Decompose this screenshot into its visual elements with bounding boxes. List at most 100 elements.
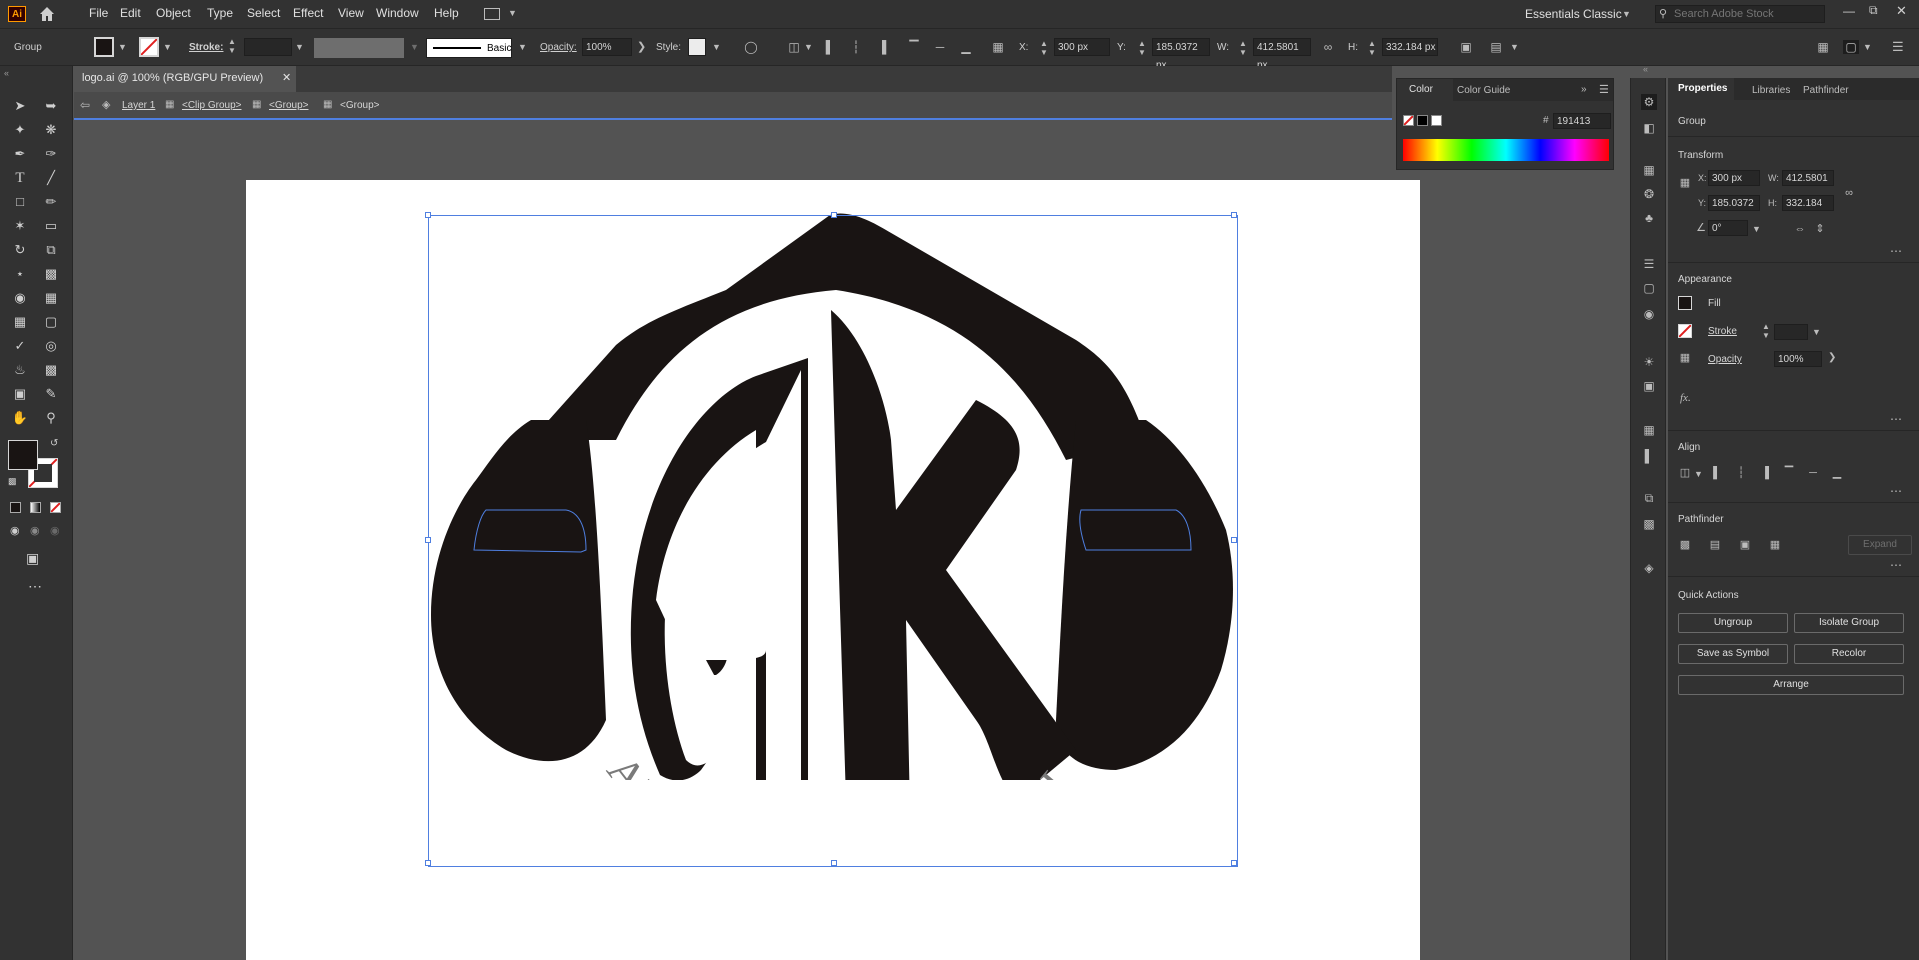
stroke-weight-field[interactable]: [244, 38, 292, 56]
align-vcenter-icon[interactable]: ─: [932, 40, 948, 54]
swatches-icon[interactable]: ▦: [1641, 162, 1657, 178]
align-left-icon[interactable]: ▌: [1710, 466, 1724, 480]
color-spectrum[interactable]: [1403, 139, 1609, 161]
slice-tool-icon[interactable]: ✎: [41, 384, 61, 404]
variable-width-profile[interactable]: [314, 38, 404, 58]
more-options-icon[interactable]: ⋯: [1890, 558, 1903, 572]
blend-tool-icon[interactable]: ◎: [41, 336, 61, 356]
appearance-icon[interactable]: ☀: [1641, 354, 1657, 370]
perspective-grid-tool-icon[interactable]: ▦: [41, 288, 61, 308]
align-to-icon[interactable]: ◫: [786, 40, 802, 54]
handle-top-center[interactable]: [831, 212, 837, 218]
handle-top-right[interactable]: [1231, 212, 1237, 218]
minus-front-icon[interactable]: ▤: [1708, 538, 1722, 552]
rotation-field[interactable]: 0°: [1708, 220, 1748, 236]
reference-point-icon[interactable]: ▦: [1678, 176, 1692, 190]
appearance-fill-swatch[interactable]: [1678, 296, 1692, 310]
fill-color-box[interactable]: [8, 440, 38, 470]
transform-h-field[interactable]: 332.184 px: [1782, 195, 1834, 211]
fill-swatch[interactable]: [94, 37, 114, 57]
constrain-proportions-icon[interactable]: ∞: [1320, 40, 1336, 54]
arrange-panels-icon[interactable]: ▦: [1815, 40, 1831, 54]
chevron-down-icon[interactable]: ▼: [295, 42, 304, 52]
rotate-tool-icon[interactable]: ↻: [10, 240, 30, 260]
zoom-tool-icon[interactable]: ⚲: [41, 408, 61, 428]
eyedropper-tool-icon[interactable]: ✓: [10, 336, 30, 356]
menu-object[interactable]: Object: [156, 6, 191, 20]
panel-menu-icon[interactable]: ☰: [1599, 83, 1609, 96]
align-vcenter-icon[interactable]: ─: [1806, 466, 1820, 480]
black-swatch[interactable]: [1417, 115, 1428, 126]
arrange-documents-icon[interactable]: [484, 8, 500, 20]
column-graph-tool-icon[interactable]: ▩: [41, 360, 61, 380]
symbols-icon[interactable]: ♣: [1641, 210, 1657, 226]
paintbrush-tool-icon[interactable]: ✏: [41, 192, 61, 212]
chevron-down-icon[interactable]: ▼: [518, 42, 527, 52]
hand-tool-icon[interactable]: ✋: [10, 408, 30, 428]
selection-tool-icon[interactable]: ➤: [10, 96, 30, 116]
tab-pathfinder[interactable]: Pathfinder: [1803, 85, 1849, 96]
app-logo[interactable]: Ai: [8, 6, 26, 22]
chevron-down-icon[interactable]: ▼: [163, 42, 172, 52]
align-hcenter-icon[interactable]: ┆: [1734, 466, 1748, 480]
align-top-icon[interactable]: ▔: [906, 40, 922, 54]
close-window-icon[interactable]: ✕: [1896, 3, 1907, 19]
transform-w-field[interactable]: 412.5801 p: [1782, 170, 1834, 186]
y-field[interactable]: 185.0372 px: [1152, 38, 1210, 71]
menu-help[interactable]: Help: [434, 6, 459, 20]
opacity-label[interactable]: Opacity: [1708, 354, 1742, 365]
free-transform-tool-icon[interactable]: ▩: [41, 264, 61, 284]
recolor-artwork-icon[interactable]: ◯: [743, 40, 759, 54]
gradient-icon[interactable]: ▢: [1641, 280, 1657, 296]
none-mode-icon[interactable]: [50, 502, 61, 513]
direct-selection-tool-icon[interactable]: ➥: [41, 96, 61, 116]
isolate-group-button[interactable]: Isolate Group: [1794, 613, 1904, 633]
menu-icon[interactable]: ☰: [1892, 39, 1904, 55]
chevron-down-icon[interactable]: ▼: [804, 42, 813, 52]
tab-libraries[interactable]: Libraries: [1752, 85, 1790, 96]
x-field[interactable]: 300 px: [1054, 38, 1110, 56]
chevron-down-icon[interactable]: ▼: [712, 42, 721, 52]
symbol-sprayer-tool-icon[interactable]: ♨: [10, 360, 30, 380]
align-bottom-icon[interactable]: ▁: [1830, 466, 1844, 480]
swap-colors-icon[interactable]: ↺: [50, 438, 58, 449]
align-hcenter-icon[interactable]: ┆: [848, 40, 864, 54]
brush-definition[interactable]: Basic: [426, 38, 512, 58]
rectangle-tool-icon[interactable]: □: [10, 192, 30, 212]
artboard-tool-icon[interactable]: ▣: [10, 384, 30, 404]
line-tool-icon[interactable]: ╱: [41, 168, 61, 188]
menu-select[interactable]: Select: [247, 6, 280, 20]
align-right-icon[interactable]: ▐: [874, 40, 890, 54]
flip-vertical-icon[interactable]: ⇕: [1813, 222, 1827, 236]
artboards-icon[interactable]: ▩: [1641, 516, 1657, 532]
shaper-tool-icon[interactable]: ✶: [10, 216, 30, 236]
stroke-swatch[interactable]: [139, 37, 159, 57]
breadcrumb-group[interactable]: <Group>: [269, 100, 308, 111]
h-field[interactable]: 332.184 px: [1382, 38, 1438, 56]
transform-icon[interactable]: ▣: [1458, 40, 1474, 54]
save-as-symbol-button[interactable]: Save as Symbol: [1678, 644, 1788, 664]
handle-middle-left[interactable]: [425, 537, 431, 543]
stroke-label[interactable]: Stroke: [1708, 326, 1737, 337]
handle-middle-right[interactable]: [1231, 537, 1237, 543]
mesh-tool-icon[interactable]: ▦: [10, 312, 30, 332]
transform-x-field[interactable]: 300 px: [1708, 170, 1760, 186]
none-swatch[interactable]: [1403, 115, 1414, 126]
align-to-icon[interactable]: ◫: [1678, 466, 1692, 480]
handle-bottom-right[interactable]: [1231, 860, 1237, 866]
opacity-label[interactable]: Opacity:: [540, 42, 577, 53]
chevron-down-icon[interactable]: ▼: [118, 42, 127, 52]
stroke-stepper-icon[interactable]: ▲ ▼: [228, 37, 236, 55]
menu-effect[interactable]: Effect: [293, 6, 323, 20]
reference-point-icon[interactable]: ▦: [990, 40, 1006, 54]
chevron-down-icon[interactable]: ▼: [1622, 9, 1631, 19]
graphic-styles-icon[interactable]: ▣: [1641, 378, 1657, 394]
appearance-opacity-field[interactable]: 100%: [1774, 351, 1822, 367]
stroke-stepper-icon[interactable]: ▲ ▼: [1762, 322, 1770, 340]
align-right-icon[interactable]: ▐: [1758, 466, 1772, 480]
transform-panel-icon[interactable]: ▦: [1641, 422, 1657, 438]
chevron-down-icon[interactable]: ▼: [1752, 224, 1761, 234]
menu-edit[interactable]: Edit: [120, 6, 141, 20]
shape-builder-tool-icon[interactable]: ◉: [10, 288, 30, 308]
arrange-button[interactable]: Arrange: [1678, 675, 1904, 695]
